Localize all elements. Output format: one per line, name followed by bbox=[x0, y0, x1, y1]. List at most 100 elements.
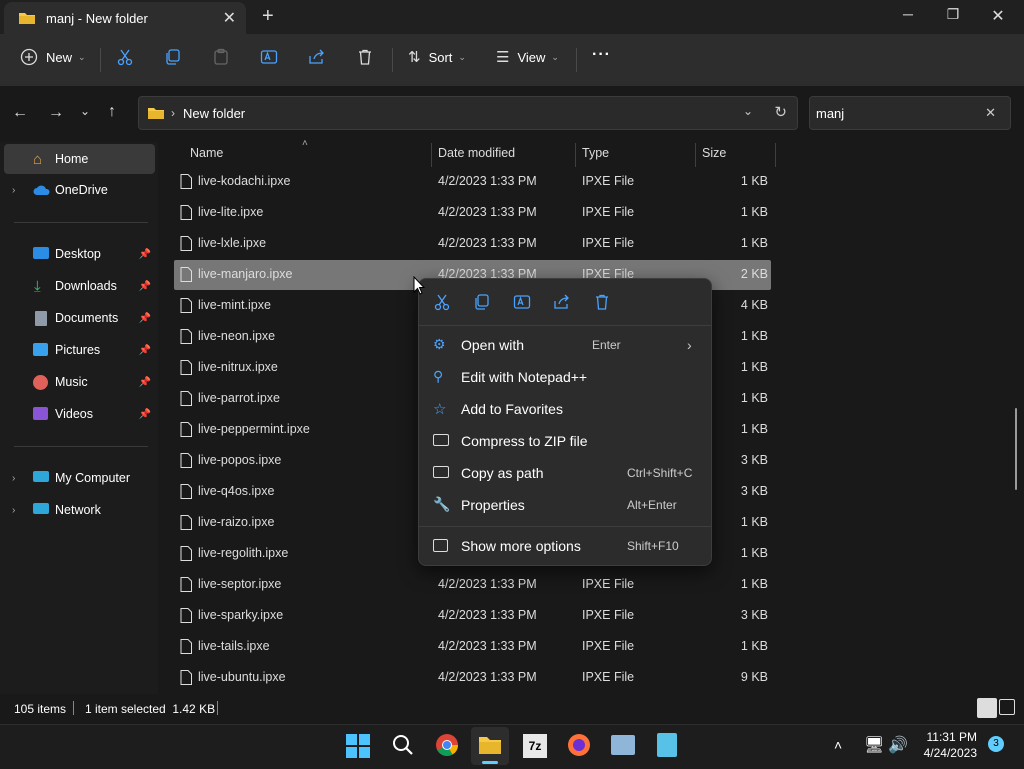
file-size: 1 KB bbox=[740, 329, 768, 343]
tab-title: manj - New folder bbox=[46, 10, 148, 26]
column-header-name[interactable]: Name bbox=[190, 146, 223, 166]
column-divider[interactable] bbox=[775, 143, 776, 167]
menu-item-edit-notepad[interactable]: ⚲ Edit with Notepad++ bbox=[425, 362, 705, 392]
copy-icon[interactable] bbox=[473, 293, 491, 311]
breadcrumb-current[interactable]: New folder bbox=[183, 106, 245, 121]
chrome-icon[interactable] bbox=[435, 733, 459, 757]
forward-arrow-icon[interactable]: → bbox=[48, 104, 64, 122]
sidebar-item-music[interactable]: Music 📌 bbox=[0, 367, 155, 397]
sidebar-item-documents[interactable]: Documents 📌 bbox=[0, 303, 155, 333]
sidebar-item-my-computer[interactable]: › My Computer bbox=[0, 463, 155, 493]
search-box[interactable]: manj ✕ bbox=[809, 96, 1011, 130]
expand-chevron-icon[interactable]: › bbox=[12, 473, 15, 484]
details-view-icon[interactable] bbox=[977, 698, 997, 718]
column-header-type[interactable]: Type bbox=[582, 146, 609, 166]
file-row[interactable]: live-septor.ipxe 4/2/2023 1:33 PM IPXE Fil… bbox=[174, 570, 771, 600]
network-status-icon[interactable]: 🖥 bbox=[864, 735, 884, 755]
tab-active[interactable]: manj - New folder ✕ bbox=[4, 2, 246, 34]
file-row[interactable]: live-tails.ipxe 4/2/2023 1:33 PM IPXE File… bbox=[174, 632, 771, 662]
search-icon[interactable] bbox=[392, 734, 414, 756]
volume-icon[interactable]: 🔊 bbox=[888, 735, 908, 755]
address-dropdown-icon[interactable]: ⌄ bbox=[743, 104, 753, 118]
sidebar-item-pictures[interactable]: Pictures 📌 bbox=[0, 335, 155, 365]
file-row[interactable]: live-lite.ipxe 4/2/2023 1:33 PM IPXE File 1… bbox=[174, 198, 771, 228]
close-window-button[interactable]: ✕ bbox=[978, 6, 1018, 26]
menu-item-copy-path[interactable]: Copy as path Ctrl+Shift+C bbox=[425, 458, 705, 488]
back-arrow-icon[interactable]: ← bbox=[12, 104, 28, 122]
pin-icon: 📌 bbox=[138, 376, 151, 388]
context-menu: ⚙ Open with Enter › ⚲ Edit with Notepad+… bbox=[418, 278, 712, 566]
copy-icon[interactable] bbox=[164, 48, 182, 66]
view-button[interactable]: ☰ View ⌄ bbox=[496, 48, 559, 66]
refresh-icon[interactable]: ↻ bbox=[774, 103, 787, 121]
sidebar-item-network[interactable]: › Network bbox=[0, 495, 155, 525]
more-options-button[interactable]: ··· bbox=[592, 46, 611, 64]
windows-start-icon[interactable] bbox=[346, 734, 370, 758]
minimize-button[interactable]: ─ bbox=[888, 6, 928, 22]
search-input[interactable]: manj bbox=[816, 106, 844, 121]
new-tab-button[interactable]: + bbox=[262, 5, 274, 28]
maximize-button[interactable]: ❐ bbox=[933, 6, 973, 23]
clock-date[interactable]: 4/24/2023 bbox=[919, 746, 977, 760]
expand-chevron-icon[interactable]: › bbox=[12, 185, 15, 196]
file-size: 1 KB bbox=[740, 422, 768, 436]
menu-item-label: Edit with Notepad++ bbox=[461, 369, 588, 385]
7zip-icon[interactable]: 7z bbox=[523, 734, 547, 758]
delete-icon[interactable] bbox=[593, 293, 611, 311]
navigation-pane: ⌂ Home › OneDrive Desktop 📌 ⤓ Downloads … bbox=[0, 142, 158, 694]
notepad-icon[interactable] bbox=[657, 733, 677, 757]
file-size: 1 KB bbox=[740, 639, 768, 653]
expand-chevron-icon[interactable]: › bbox=[12, 505, 15, 516]
sidebar-item-videos[interactable]: Videos 📌 bbox=[0, 399, 155, 429]
show-hidden-icons-chevron[interactable]: ˄ bbox=[834, 737, 842, 753]
clear-search-icon[interactable]: ✕ bbox=[985, 105, 996, 121]
menu-item-properties[interactable]: 🔧 Properties Alt+Enter bbox=[425, 490, 705, 520]
new-button[interactable]: New ⌄ bbox=[20, 48, 86, 66]
file-row[interactable]: live-ubuntu.ipxe 4/2/2023 1:33 PM IPXE Fil… bbox=[174, 663, 771, 693]
divider bbox=[14, 222, 148, 223]
share-icon[interactable] bbox=[308, 48, 326, 66]
clock-time[interactable]: 11:31 PM bbox=[921, 730, 977, 744]
paste-icon[interactable] bbox=[212, 48, 230, 66]
sidebar-item-onedrive[interactable]: › OneDrive bbox=[0, 175, 155, 205]
rename-icon[interactable] bbox=[513, 293, 531, 311]
file-icon bbox=[180, 515, 192, 530]
sidebar-item-desktop[interactable]: Desktop 📌 bbox=[0, 239, 155, 269]
cut-icon[interactable] bbox=[116, 48, 134, 66]
column-header-date[interactable]: Date modified bbox=[438, 146, 515, 166]
tiles-view-icon[interactable] bbox=[999, 699, 1015, 715]
scrollbar-thumb[interactable] bbox=[1015, 408, 1017, 490]
sidebar-item-downloads[interactable]: ⤓ Downloads 📌 bbox=[0, 271, 155, 301]
cut-icon[interactable] bbox=[433, 293, 451, 311]
file-explorer-taskbar-button[interactable] bbox=[471, 727, 509, 765]
column-divider[interactable] bbox=[575, 143, 576, 167]
sort-button[interactable]: ⇅ Sort ⌄ bbox=[408, 48, 466, 66]
menu-item-compress-zip[interactable]: Compress to ZIP file bbox=[425, 426, 705, 456]
recent-chevron-icon[interactable]: ⌄ bbox=[80, 104, 90, 118]
column-header-size[interactable]: Size bbox=[702, 146, 726, 166]
share-icon[interactable] bbox=[553, 293, 571, 311]
menu-item-show-more-options[interactable]: Show more options Shift+F10 bbox=[425, 531, 705, 561]
rename-icon[interactable] bbox=[260, 48, 278, 66]
delete-icon[interactable] bbox=[356, 48, 374, 66]
file-date: 4/2/2023 1:33 PM bbox=[438, 608, 537, 622]
tab-close-icon[interactable]: ✕ bbox=[223, 8, 236, 28]
address-bar[interactable]: › New folder ⌄ ↻ bbox=[138, 96, 798, 130]
sidebar-item-home[interactable]: ⌂ Home bbox=[4, 144, 155, 174]
file-icon bbox=[180, 608, 192, 623]
column-divider[interactable] bbox=[695, 143, 696, 167]
notification-badge[interactable]: 3 bbox=[988, 736, 1004, 752]
menu-item-open-with[interactable]: ⚙ Open with Enter › bbox=[425, 330, 705, 360]
firefox-icon[interactable] bbox=[567, 733, 591, 757]
file-name: live-lite.ipxe bbox=[198, 205, 264, 219]
menu-item-add-favorites[interactable]: ☆ Add to Favorites bbox=[425, 394, 705, 424]
plus-circle-icon bbox=[20, 48, 38, 66]
file-row[interactable]: live-lxle.ipxe 4/2/2023 1:33 PM IPXE File 1… bbox=[174, 229, 771, 259]
file-row[interactable]: live-kodachi.ipxe 4/2/2023 1:33 PM IPXE Fi… bbox=[174, 167, 771, 197]
sidebar-label: Network bbox=[55, 503, 101, 517]
column-divider[interactable] bbox=[431, 143, 432, 167]
up-arrow-icon[interactable]: ↑ bbox=[108, 103, 116, 121]
item-count: 105 items bbox=[14, 702, 67, 716]
resource-monitor-icon[interactable] bbox=[611, 735, 635, 755]
file-row[interactable]: live-sparky.ipxe 4/2/2023 1:33 PM IPXE Fil… bbox=[174, 601, 771, 631]
